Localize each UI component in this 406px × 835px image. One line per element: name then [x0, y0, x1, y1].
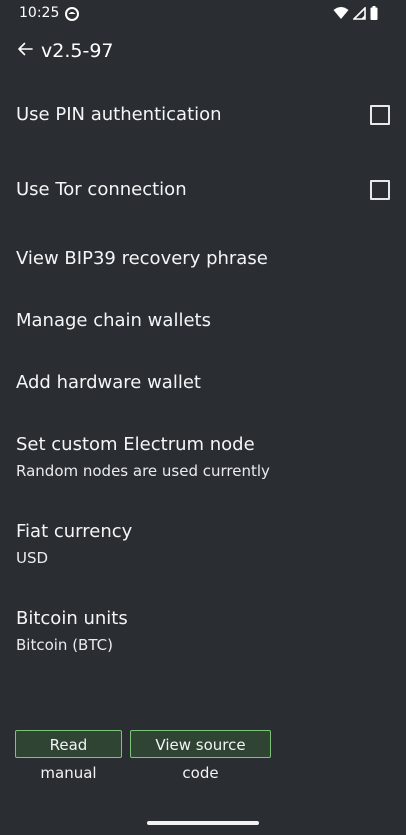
setting-title: Use PIN authentication [16, 104, 222, 125]
setting-title: Fiat currency [16, 521, 133, 542]
setting-title: Use Tor connection [16, 179, 187, 200]
setting-title: Add hardware wallet [16, 372, 201, 393]
setting-title: Bitcoin units [16, 608, 128, 629]
wifi-icon [333, 6, 349, 20]
arrow-left-icon [17, 41, 33, 61]
setting-tor-connection[interactable]: Use Tor connection [16, 179, 390, 201]
read-manual-button[interactable]: Read manual [15, 730, 122, 782]
setting-subtitle: USD [16, 549, 49, 567]
setting-add-hardware-wallet[interactable]: Add hardware wallet [16, 372, 390, 394]
page-title: v2.5-97 [41, 40, 114, 62]
home-indicator[interactable] [147, 821, 259, 825]
pin-checkbox[interactable] [370, 105, 390, 125]
app-notification-icon [65, 6, 79, 21]
setting-pin-authentication[interactable]: Use PIN authentication [16, 104, 390, 126]
setting-subtitle: Random nodes are used currently [16, 462, 270, 480]
status-time: 10:25 [19, 5, 60, 21]
setting-manage-chain-wallets[interactable]: Manage chain wallets [16, 310, 390, 332]
setting-subtitle: Bitcoin (BTC) [16, 636, 113, 654]
tor-checkbox[interactable] [370, 180, 390, 200]
app-header: v2.5-97 [0, 32, 406, 72]
setting-title: Manage chain wallets [16, 310, 211, 331]
setting-title: Set custom Electrum node [16, 434, 255, 455]
status-icons [333, 5, 378, 21]
setting-custom-electrum-node[interactable]: Set custom Electrum node Random nodes ar… [16, 434, 390, 481]
back-button[interactable] [12, 38, 38, 64]
view-source-code-button[interactable]: View source code [130, 730, 271, 782]
cell-signal-icon [353, 6, 366, 20]
setting-title: View BIP39 recovery phrase [16, 248, 268, 269]
setting-view-bip39[interactable]: View BIP39 recovery phrase [16, 248, 390, 270]
battery-icon [370, 6, 378, 20]
setting-fiat-currency[interactable]: Fiat currency USD [16, 521, 390, 568]
status-bar: 10:25 [0, 0, 406, 28]
setting-bitcoin-units[interactable]: Bitcoin units Bitcoin (BTC) [16, 608, 390, 655]
